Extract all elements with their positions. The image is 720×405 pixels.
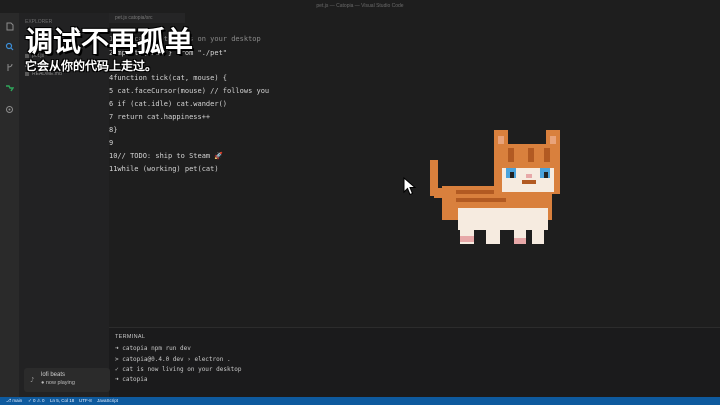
status-bar: ⎇ main ✓ 0 ⚠ 0 Ln 5, Col 18 UTF-8 JavaSc… (0, 397, 720, 405)
activity-bar (0, 13, 19, 397)
music-title: lofi beats (41, 372, 66, 378)
code-editor[interactable]: pet.js catopia/src 1// a cat that lives … (109, 13, 720, 327)
terminal-line: ➜ catopia npm run dev (115, 345, 191, 352)
caption-title: 调试不再孤单 (25, 25, 194, 58)
code-line-6: 6 if (cat.idle) cat.wander() (109, 100, 228, 108)
source-control-icon[interactable] (5, 63, 14, 72)
extensions-icon[interactable] (5, 105, 14, 114)
search-icon[interactable] (5, 42, 14, 51)
code-line-5: 5 cat.faceCursor(mouse) // follows you (109, 87, 270, 95)
code-line-9: 9 (109, 139, 114, 147)
code-line-10: 10// TODO: ship to Steam 🚀 (109, 152, 224, 160)
code-line-4: 4function tick(cat, mouse) { (109, 74, 228, 82)
status-language[interactable]: JavaScript (97, 397, 118, 405)
mouse-cursor-icon (403, 177, 417, 196)
files-icon[interactable] (5, 22, 14, 31)
terminal-panel[interactable]: TERMINAL ➜ catopia npm run dev > catopia… (109, 327, 720, 398)
terminal-line: > catopia@0.4.0 dev › electron . (115, 356, 231, 363)
run-debug-icon[interactable] (5, 84, 14, 93)
window-title: pet.js — Catopia — Visual Studio Code (0, 0, 720, 13)
status-branch[interactable]: ⎇ main (6, 397, 22, 405)
code-line-7: 7 return cat.happiness++ (109, 113, 211, 121)
caption-subtitle: 它会从你的代码上走过。 (25, 59, 158, 73)
music-status: ● now playing (41, 380, 75, 386)
status-problems[interactable]: ✓ 0 ⚠ 0 (28, 397, 45, 405)
status-encoding[interactable]: UTF-8 (79, 397, 92, 405)
music-widget[interactable]: ♪ lofi beats ● now playing (24, 368, 110, 392)
code-line-8: 8} (109, 126, 118, 134)
pixel-cat-sprite[interactable] (428, 128, 563, 248)
code-line-11: 11while (working) pet(cat) (109, 165, 219, 173)
terminal-title: TERMINAL (115, 334, 146, 340)
status-position[interactable]: Ln 5, Col 18 (50, 397, 74, 405)
music-note-icon: ♪ (30, 376, 35, 384)
app-window: pet.js — Catopia — Visual Studio Code EX… (0, 0, 720, 405)
terminal-line: ➜ catopia (115, 376, 148, 383)
terminal-line: ✓ cat is now living on your desktop (115, 366, 242, 373)
